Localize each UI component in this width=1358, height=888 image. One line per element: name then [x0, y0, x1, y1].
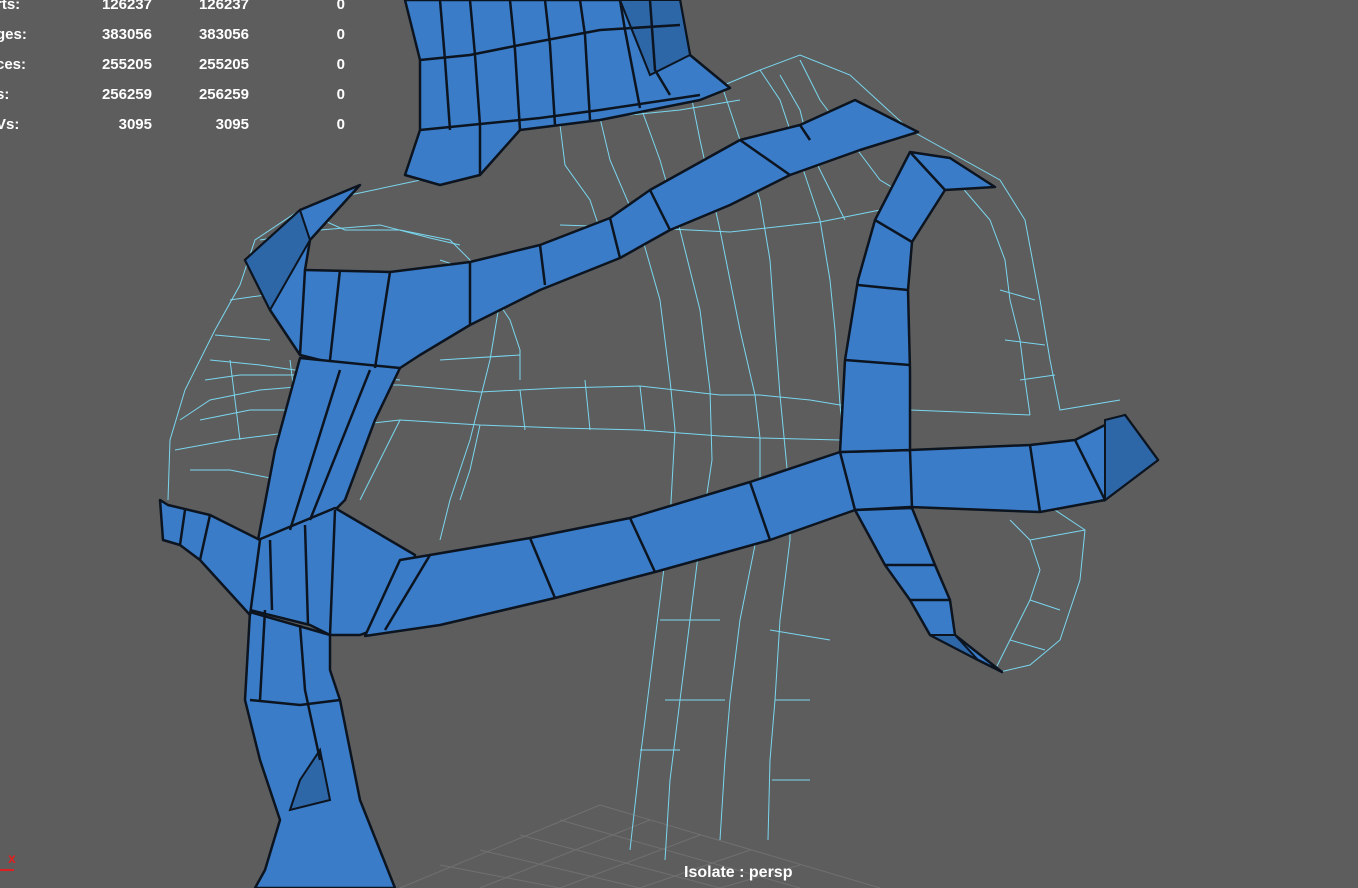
hud-value: 256259	[198, 86, 249, 103]
hud-label: s:	[0, 86, 10, 103]
hud-value: 0	[336, 26, 345, 43]
hud-value: 0	[336, 86, 345, 103]
hud-value: 0	[336, 0, 345, 13]
hud-value: 255205	[101, 56, 152, 73]
hud-value: 3095	[118, 116, 152, 133]
viewport-canvas[interactable]	[0, 0, 1358, 888]
hud-label: rts:	[0, 0, 21, 13]
hud-label: ces:	[0, 56, 27, 73]
hud-value: 383056	[198, 26, 249, 43]
maya-viewport[interactable]: rts: 126237 126237 0 ges: 383056 383056 …	[0, 0, 1358, 888]
ground-grid	[399, 804, 881, 888]
hud-value: 126237	[101, 0, 152, 13]
hud-value: 383056	[101, 26, 152, 43]
hud-value: 126237	[198, 0, 249, 13]
hud-label: Vs:	[0, 116, 20, 133]
hud-value: 255205	[198, 56, 249, 73]
hud-value: 0	[336, 56, 345, 73]
selected-faces[interactable]	[158, 0, 1160, 888]
hud-value: 0	[336, 116, 345, 133]
hud-value: 3095	[215, 116, 249, 133]
hud-value: 256259	[101, 86, 152, 103]
viewport-camera-label: Isolate : persp	[684, 864, 793, 881]
axis-x-label: x	[8, 850, 16, 866]
hud-label: ges:	[0, 26, 27, 43]
